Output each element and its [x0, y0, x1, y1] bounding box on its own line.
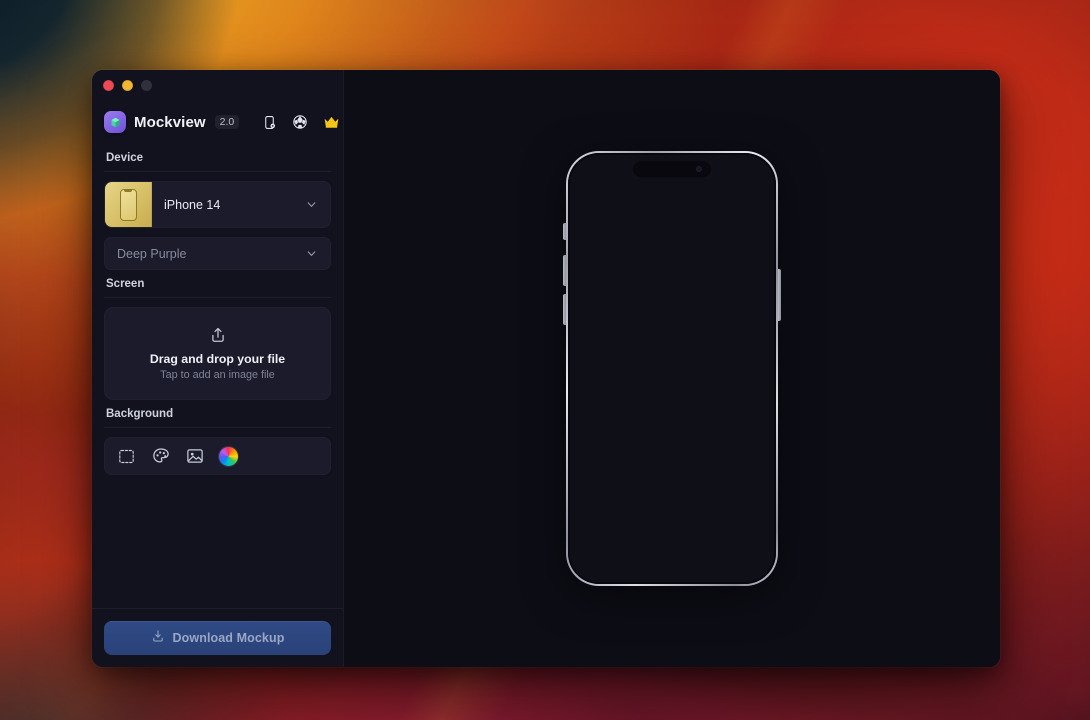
iphone-notch — [633, 161, 711, 178]
window-titlebar — [92, 70, 343, 100]
3d-rotate-icon[interactable] — [292, 112, 308, 132]
download-icon — [151, 629, 165, 648]
dropzone-title: Drag and drop your file — [149, 352, 286, 366]
transparent-grid-icon[interactable] — [116, 446, 137, 467]
mockview-app-window: Mockview 2.0 Device iPhone 14 Deep Purpl… — [92, 70, 1000, 667]
app-title: Mockview — [134, 113, 206, 131]
crown-icon[interactable] — [323, 112, 340, 132]
front-camera-icon — [695, 165, 702, 173]
section-label-device: Device — [104, 144, 331, 172]
desktop-wallpaper: Mockview 2.0 Device iPhone 14 Deep Purpl… — [0, 0, 1090, 720]
volume-up-button — [563, 255, 566, 286]
sidebar-content: Device iPhone 14 Deep Purple Screen Drag… — [92, 144, 343, 608]
device-model-value: iPhone 14 — [164, 197, 221, 212]
chevron-down-icon — [299, 247, 330, 260]
window-minimize-button[interactable] — [122, 79, 133, 91]
chevron-down-icon — [299, 198, 330, 211]
palette-icon[interactable] — [150, 446, 171, 467]
window-close-button[interactable] — [103, 79, 114, 91]
iphone-screen[interactable] — [569, 154, 775, 583]
background-options-bar — [104, 437, 331, 475]
mockview-logo-icon — [104, 111, 126, 133]
iphone-thumbnail-icon — [105, 182, 152, 227]
dropzone-subtitle: Tap to add an image file — [160, 369, 275, 381]
color-wheel-icon[interactable] — [218, 446, 239, 467]
upload-share-icon — [209, 326, 227, 349]
volume-down-button — [563, 294, 566, 325]
device-add-icon[interactable] — [262, 112, 277, 132]
iphone-body — [568, 153, 776, 584]
image-icon[interactable] — [184, 446, 205, 467]
device-model-select[interactable]: iPhone 14 — [104, 181, 331, 228]
brand-bar: Mockview 2.0 — [92, 100, 343, 144]
sidebar-footer: Download Mockup — [92, 608, 343, 667]
section-label-background: Background — [104, 400, 331, 428]
sidebar-panel: Mockview 2.0 Device iPhone 14 Deep Purpl… — [92, 70, 344, 667]
sidebar-flex-spacer — [104, 475, 331, 608]
screen-dropzone[interactable]: Drag and drop your file Tap to add an im… — [104, 307, 331, 400]
section-label-screen: Screen — [104, 270, 331, 298]
version-badge: 2.0 — [214, 114, 240, 130]
power-button — [778, 269, 781, 321]
download-mockup-label: Download Mockup — [172, 631, 285, 645]
iphone-mockup[interactable] — [563, 151, 781, 586]
download-mockup-button[interactable]: Download Mockup — [104, 621, 331, 655]
mute-switch-button — [563, 223, 566, 240]
device-color-value: Deep Purple — [117, 246, 187, 261]
mockup-canvas[interactable] — [344, 70, 1000, 667]
device-color-select[interactable]: Deep Purple — [104, 237, 331, 270]
window-zoom-button[interactable] — [141, 79, 152, 91]
